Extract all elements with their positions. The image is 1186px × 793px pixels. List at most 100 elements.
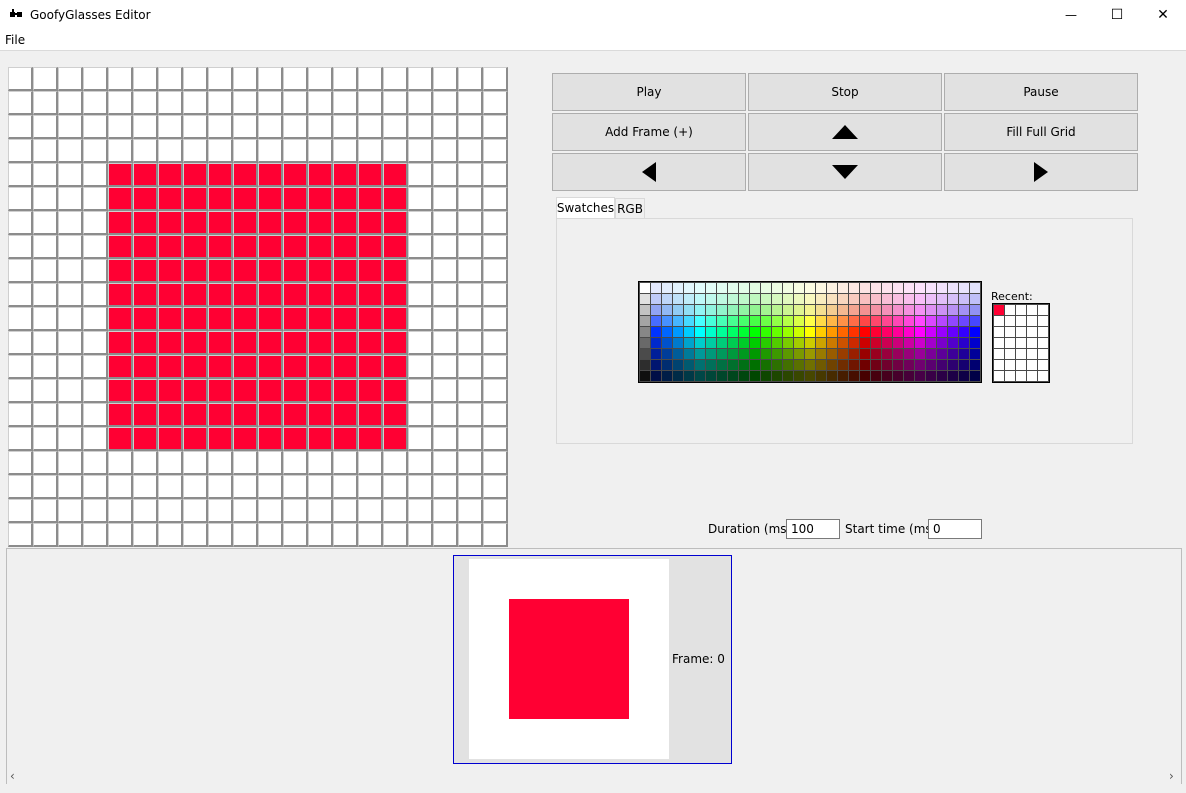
grid-cell[interactable] [158,523,183,547]
color-swatch[interactable] [947,370,959,382]
color-swatch[interactable] [705,326,717,338]
grid-cell[interactable] [183,475,208,499]
swatch-grid[interactable] [638,281,982,383]
grid-cell[interactable] [408,451,433,475]
color-swatch[interactable] [694,370,706,382]
grid-cell[interactable] [383,403,408,427]
color-swatch[interactable] [870,315,882,327]
color-swatch[interactable] [694,348,706,360]
grid-cell[interactable] [233,187,258,211]
grid-cell[interactable] [333,379,358,403]
grid-cell[interactable] [333,499,358,523]
grid-cell[interactable] [133,379,158,403]
grid-cell[interactable] [308,475,333,499]
grid-cell[interactable] [58,403,83,427]
color-swatch[interactable] [804,282,816,294]
grid-cell[interactable] [133,427,158,451]
grid-cell[interactable] [8,331,33,355]
color-swatch[interactable] [826,326,838,338]
color-swatch[interactable] [958,304,970,316]
color-swatch[interactable] [947,337,959,349]
grid-cell[interactable] [183,451,208,475]
grid-cell[interactable] [58,307,83,331]
grid-cell[interactable] [283,211,308,235]
grid-cell[interactable] [83,139,108,163]
color-swatch[interactable] [870,370,882,382]
grid-cell[interactable] [383,115,408,139]
add-frame-button[interactable]: Add Frame (+) [552,113,746,151]
color-swatch[interactable] [694,282,706,294]
color-swatch[interactable] [892,370,904,382]
grid-cell[interactable] [458,259,483,283]
color-swatch[interactable] [705,370,717,382]
grid-cell[interactable] [8,427,33,451]
grid-cell[interactable] [33,331,58,355]
grid-cell[interactable] [433,283,458,307]
grid-cell[interactable] [233,163,258,187]
grid-cell[interactable] [408,307,433,331]
color-swatch[interactable] [903,370,915,382]
grid-cell[interactable] [233,91,258,115]
color-swatch[interactable] [639,293,651,305]
color-swatch[interactable] [804,348,816,360]
grid-cell[interactable] [33,499,58,523]
grid-cell[interactable] [108,259,133,283]
color-swatch[interactable] [661,359,673,371]
color-swatch[interactable] [848,282,860,294]
grid-cell[interactable] [433,451,458,475]
grid-cell[interactable] [333,331,358,355]
grid-cell[interactable] [83,427,108,451]
color-swatch[interactable] [683,282,695,294]
recent-swatch[interactable] [1037,315,1049,327]
recent-swatch-grid[interactable] [992,303,1050,383]
color-swatch[interactable] [969,282,981,294]
color-swatch[interactable] [650,304,662,316]
color-swatch[interactable] [749,348,761,360]
grid-cell[interactable] [258,475,283,499]
color-swatch[interactable] [903,337,915,349]
grid-cell[interactable] [108,523,133,547]
color-swatch[interactable] [914,304,926,316]
color-swatch[interactable] [793,282,805,294]
grid-cell[interactable] [208,211,233,235]
color-swatch[interactable] [804,359,816,371]
grid-cell[interactable] [58,163,83,187]
color-swatch[interactable] [782,359,794,371]
grid-cell[interactable] [483,163,508,187]
color-swatch[interactable] [760,304,772,316]
color-swatch[interactable] [716,315,728,327]
color-swatch[interactable] [947,304,959,316]
grid-cell[interactable] [383,235,408,259]
grid-cell[interactable] [108,451,133,475]
color-swatch[interactable] [925,293,937,305]
recent-swatch[interactable] [1015,337,1027,349]
grid-cell[interactable] [8,163,33,187]
grid-cell[interactable] [58,355,83,379]
color-swatch[interactable] [639,370,651,382]
color-swatch[interactable] [958,326,970,338]
grid-cell[interactable] [183,67,208,91]
grid-cell[interactable] [483,451,508,475]
stop-button[interactable]: Stop [748,73,942,111]
grid-cell[interactable] [483,283,508,307]
shift-right-button[interactable] [944,153,1138,191]
color-swatch[interactable] [716,293,728,305]
color-swatch[interactable] [694,293,706,305]
recent-swatch[interactable] [1004,370,1016,382]
color-swatch[interactable] [936,326,948,338]
grid-cell[interactable] [383,211,408,235]
grid-cell[interactable] [358,211,383,235]
grid-cell[interactable] [8,67,33,91]
grid-cell[interactable] [458,211,483,235]
color-swatch[interactable] [804,370,816,382]
grid-cell[interactable] [158,91,183,115]
grid-cell[interactable] [208,139,233,163]
grid-cell[interactable] [233,475,258,499]
grid-cell[interactable] [233,427,258,451]
grid-cell[interactable] [33,283,58,307]
grid-cell[interactable] [233,139,258,163]
grid-cell[interactable] [83,331,108,355]
color-swatch[interactable] [914,293,926,305]
fill-full-grid-button[interactable]: Fill Full Grid [944,113,1138,151]
color-swatch[interactable] [881,337,893,349]
